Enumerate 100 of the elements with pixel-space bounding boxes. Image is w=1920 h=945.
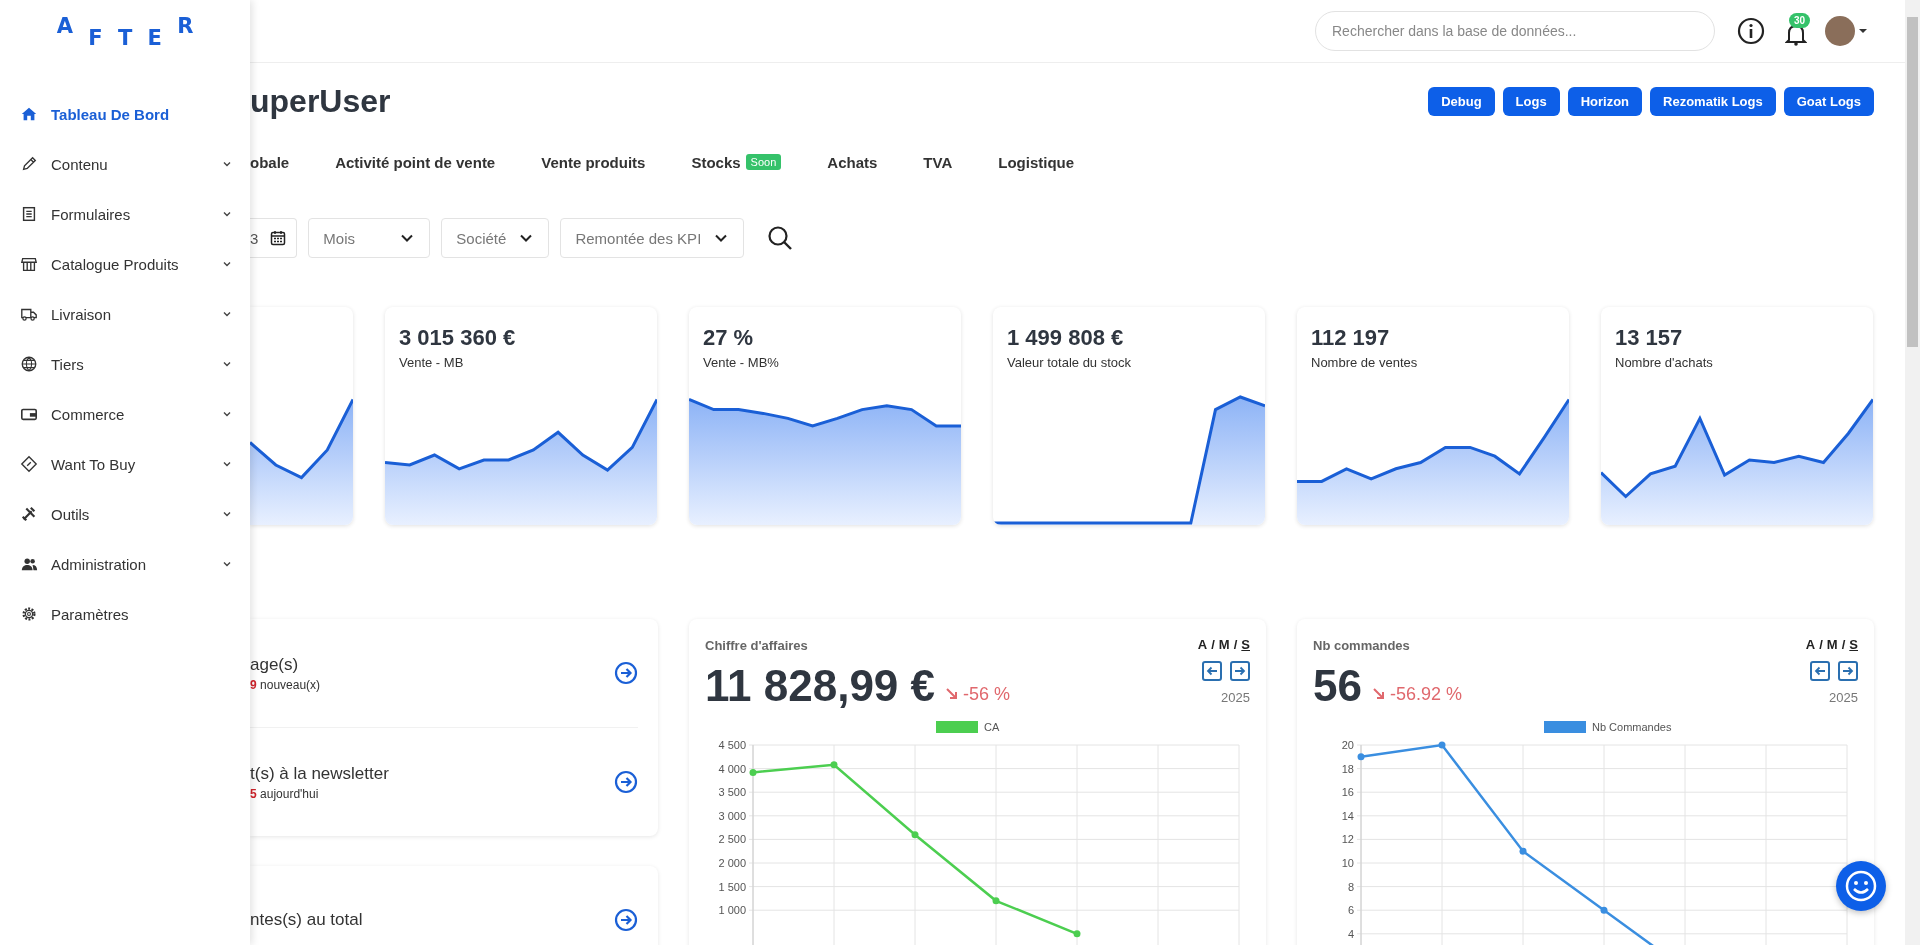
tab[interactable]: Stocks Soon [691,153,782,171]
summary-note: 9 nouveau(x) [250,677,321,692]
axis-tick-label: 4 000 [718,762,746,775]
trend-down-icon [1371,687,1386,701]
axis-tick-label: 6 [1347,904,1354,917]
log-button[interactable]: Logs [1502,86,1560,116]
period-separator: / [1211,637,1215,652]
period-option[interactable]: S [1849,637,1858,652]
kpi-label: Vente - MB [399,355,465,370]
period-separator: / [1841,637,1846,652]
tab[interactable]: Activité point de vente [335,153,496,171]
data-point [1438,741,1446,749]
period-separator: / [1233,637,1238,652]
sidebar-item[interactable]: Outils [0,489,250,539]
home-icon [20,105,38,123]
sidebar-item[interactable]: Want To Buy [0,439,250,489]
page-title: uperUser [250,82,391,120]
avatar[interactable] [1825,16,1855,46]
axis-tick-label: 3 500 [718,786,746,799]
sidebar-item[interactable]: Commerce [0,389,250,439]
data-point [992,897,1000,905]
log-button[interactable]: Debug [1428,86,1495,116]
arrow-circle-icon[interactable] [614,908,638,932]
period-separator: / [1819,637,1823,652]
sidebar-item[interactable]: Paramètres [0,589,250,639]
search-field[interactable]: Rechercher dans la base de données... [1315,11,1715,51]
period-option[interactable]: M [1218,637,1230,652]
arrow-circle-icon[interactable] [614,770,638,794]
data-point [911,831,919,839]
axis-tick-label: 4 500 [718,739,746,751]
axis-tick-label: 18 [1341,762,1354,775]
sidebar-item[interactable]: Tableau De Bord [0,89,250,139]
axis-tick-label: 8 [1347,880,1354,893]
axis-tick-label: 10 [1341,857,1354,869]
tab[interactable]: obale [250,153,290,171]
select-dropdown[interactable]: Société [441,218,550,258]
axis-tick-label: 1 500 [718,880,746,893]
period-option[interactable]: A [1805,637,1816,652]
kpi-label: Nombre d'achats [1615,355,1714,370]
metric-value: 56 [1313,661,1362,711]
data-point [1600,906,1608,914]
select-dropdown[interactable]: Remontée des KPI [560,218,745,258]
arrow-left-icon [1206,665,1218,677]
search-icon[interactable] [767,225,794,251]
logo: A F T E R [56,14,194,52]
sidebar-item[interactable]: Catalogue Produits [0,239,250,289]
ticket-icon [20,455,38,473]
kpi-value: 112 197 [1311,325,1391,351]
legend-label: Nb Commandes [1592,721,1672,733]
axis-tick-label: 2 500 [718,833,746,846]
tab[interactable]: Vente produits [541,153,646,171]
previous-button[interactable] [1202,661,1222,681]
kpi-label: Vente - MB% [703,355,780,370]
axis-tick-label: 4 [1347,927,1354,940]
sidebar-item[interactable]: Tiers [0,339,250,389]
arrow-left-icon [1814,665,1826,677]
arrow-right-icon [1234,665,1246,677]
kpi-value: 27 % [703,325,755,351]
globe-icon [20,355,38,373]
next-button[interactable] [1838,661,1858,681]
kpi-value: 13 157 [1615,325,1684,351]
sidebar-item[interactable]: Contenu [0,139,250,189]
date-field[interactable]: 3 [250,218,298,258]
document-icon [20,205,38,223]
data-point [1073,930,1081,938]
caret-icon[interactable] [1859,28,1867,34]
period-option[interactable]: S [1241,637,1250,652]
log-button[interactable]: Goat Logs [1783,86,1874,116]
axis-tick-label: 14 [1341,809,1354,822]
period-option[interactable]: M [1826,637,1838,652]
tab[interactable]: Logistique [998,153,1075,171]
next-button[interactable] [1230,661,1250,681]
tab[interactable]: TVA [923,153,953,171]
calendar-icon [270,230,287,246]
info-icon[interactable] [1737,17,1765,45]
data-point [1519,847,1527,855]
summary-note: 5 aujourd'hui [250,786,320,801]
log-button[interactable]: Rezomatik Logs [1650,86,1776,116]
year-label: 2025 [1829,690,1858,705]
trend-value: -56 % [963,683,1011,705]
axis-tick-label: 2 000 [718,857,746,869]
sidebar-item[interactable]: Formulaires [0,189,250,239]
data-point [749,768,757,776]
axis-tick-label: 12 [1341,833,1354,846]
select-dropdown[interactable]: Mois [308,218,431,258]
axis-tick-label: 20 [1341,739,1354,751]
sidebar-item[interactable]: Livraison [0,289,250,339]
kpi-label: Valeur totale du stock [1007,355,1133,370]
pencil-icon [20,155,38,173]
log-button[interactable]: Horizon [1567,86,1643,116]
tab[interactable]: Achats [827,153,878,171]
scrollbar[interactable] [1905,0,1920,945]
sidebar-item[interactable]: Administration [0,539,250,589]
arrow-circle-icon[interactable] [614,661,638,685]
previous-button[interactable] [1810,661,1830,681]
legend-label: CA [984,721,1000,733]
year-label: 2025 [1221,690,1250,705]
notification-count: 30 [1789,13,1811,28]
period-option[interactable]: A [1197,637,1208,652]
gear-icon [20,605,38,623]
